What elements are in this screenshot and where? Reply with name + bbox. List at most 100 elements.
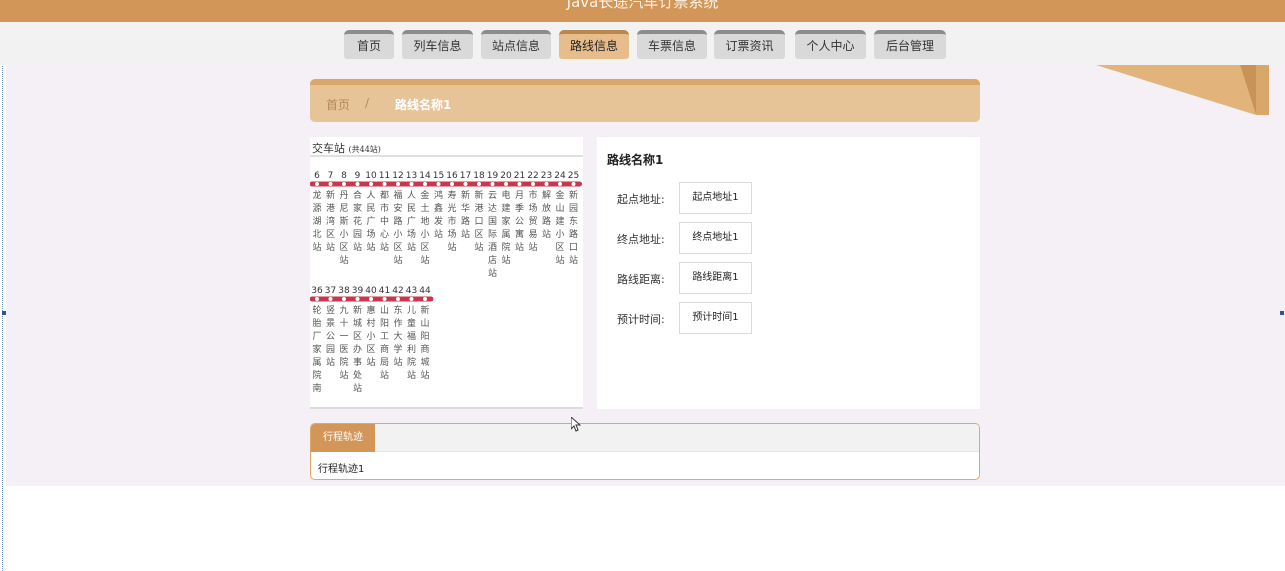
station-dot[interactable]	[423, 297, 427, 301]
station-dot[interactable]	[544, 182, 549, 186]
station-name-char: 电	[501, 189, 510, 201]
trip-track-panel: 行程轨迹 行程轨迹1	[310, 423, 980, 480]
station-name-char: 公	[515, 216, 524, 227]
station-dot[interactable]	[382, 297, 387, 301]
station-dot[interactable]	[409, 182, 414, 186]
station-dot[interactable]	[355, 182, 360, 186]
station-name-char: 心	[380, 229, 389, 240]
station-name-char: 北	[312, 229, 321, 240]
nav-item-home[interactable]: 首页	[344, 30, 394, 59]
station-name-char: 建	[501, 202, 510, 214]
station-dot[interactable]	[477, 182, 481, 186]
station-number: 21	[514, 171, 525, 181]
station-dot[interactable]	[382, 182, 387, 186]
station-number: 11	[379, 171, 390, 181]
route-map-panel: 交车站 (共44站) 6 龙源湖北站 7 新港湾区站 8 丹尼斯小区站 9 合家花园站 10 人民…	[310, 137, 583, 409]
station-dot[interactable]	[369, 182, 373, 186]
station-number: 43	[406, 286, 417, 296]
route-name-title: 路线名称1	[607, 153, 664, 167]
station-dot[interactable]	[571, 182, 576, 186]
station-name-char: 胎	[312, 317, 321, 329]
station-name-char: 站	[366, 241, 375, 253]
nav-item-booking-news[interactable]: 订票资讯	[714, 30, 785, 59]
resize-handle-right[interactable]	[1280, 311, 1284, 315]
main-nav: 首页 列车信息 站点信息 路线信息 车票信息 订票资讯 个人中心 后台管理	[0, 22, 1285, 65]
station-name-char: 光	[447, 202, 456, 214]
station-name-char: 区	[393, 242, 402, 253]
station-name-char: 发	[434, 215, 443, 227]
nav-item-stations[interactable]: 站点信息	[481, 30, 551, 59]
station-name-char: 童	[407, 317, 416, 329]
site-title: Java长途汽车订票系统	[566, 0, 719, 11]
station-name-char: 家	[312, 343, 321, 355]
station-name-char: 公	[326, 331, 335, 342]
station-dot[interactable]	[558, 182, 562, 186]
station-name-char: 区	[555, 242, 564, 253]
station-dot[interactable]	[315, 182, 319, 186]
station-dot[interactable]	[409, 297, 414, 301]
nav-item-routes[interactable]: 路线信息	[559, 30, 629, 59]
station-dot[interactable]	[504, 182, 508, 186]
station-name-char: 小	[366, 331, 375, 342]
station-dot[interactable]	[328, 182, 333, 186]
station-dot[interactable]	[423, 182, 427, 186]
station-dot[interactable]	[531, 182, 535, 186]
route-map-diagram: 6龙源湖北站7新港湾区站8丹尼斯小区站9合家花园站10人民广场站11都市中心站1…	[310, 155, 583, 394]
station-name-char: 国	[488, 216, 497, 227]
station-name-char: 福	[393, 189, 402, 201]
station-name-char: 东	[569, 215, 578, 227]
station-name-char: 院	[339, 356, 348, 368]
nav-item-tickets[interactable]: 车票信息	[637, 30, 707, 59]
station-name-char: 合	[353, 189, 362, 201]
station-name-char: 商	[380, 343, 389, 355]
station-name-char: 阳	[420, 331, 429, 342]
station-dot[interactable]	[315, 297, 319, 301]
station-dot[interactable]	[328, 297, 333, 301]
station-dot[interactable]	[342, 297, 346, 301]
station-name-char: 竖	[326, 305, 335, 316]
station-dot[interactable]	[463, 182, 468, 186]
station-name-char: 站	[420, 254, 429, 266]
station-dot[interactable]	[436, 182, 441, 186]
start-address-value: 起点地址1	[679, 182, 752, 214]
station-dot[interactable]	[355, 297, 360, 301]
resize-handle-left[interactable]	[2, 311, 6, 315]
station-number: 10	[365, 171, 377, 181]
station-name-char: 九	[339, 305, 348, 316]
station-dot[interactable]	[369, 297, 373, 301]
station-name-char: 商	[420, 343, 429, 355]
station-name-char: 华	[461, 202, 470, 214]
breadcrumb-home-link[interactable]: 首页	[326, 96, 350, 113]
station-dot[interactable]	[396, 182, 400, 186]
tab-trip-track[interactable]: 行程轨迹	[311, 424, 375, 452]
station-dot[interactable]	[490, 182, 495, 186]
station-name-char: 站	[312, 241, 321, 253]
station-name-char: 属	[501, 229, 510, 240]
station-name-char: 广	[366, 215, 375, 227]
nav-item-personal-center[interactable]: 个人中心	[795, 30, 866, 59]
station-name-char: 月	[515, 190, 524, 201]
station-name-char: 区	[420, 242, 429, 253]
selection-guide-line	[2, 0, 3, 571]
nav-item-trains[interactable]: 列车信息	[402, 30, 473, 59]
station-dot[interactable]	[396, 297, 400, 301]
station-name-char: 鑫	[434, 202, 443, 214]
station-dot[interactable]	[450, 182, 454, 186]
station-name-char: 站	[542, 228, 551, 240]
station-dot[interactable]	[517, 182, 522, 186]
station-name-char: 斯	[339, 215, 348, 227]
station-name-char: 区	[339, 242, 348, 253]
station-name-char: 大	[393, 330, 402, 342]
station-number: 37	[325, 286, 336, 296]
station-name-char: 湾	[326, 215, 335, 227]
station-number: 15	[433, 171, 444, 181]
route-info-panel: 路线名称1 起点地址: 起点地址1 终点地址: 终点地址1 路线距离: 路线距离…	[597, 137, 980, 409]
station-name-char: 民	[407, 203, 416, 214]
station-name-char: 属	[312, 357, 321, 368]
route-map-header-divider	[310, 155, 583, 157]
station-dot[interactable]	[342, 182, 346, 186]
station-number: 23	[541, 171, 552, 181]
station-name-char: 区	[353, 331, 362, 342]
station-name-char: 学	[393, 343, 402, 355]
nav-item-admin[interactable]: 后台管理	[874, 30, 946, 59]
